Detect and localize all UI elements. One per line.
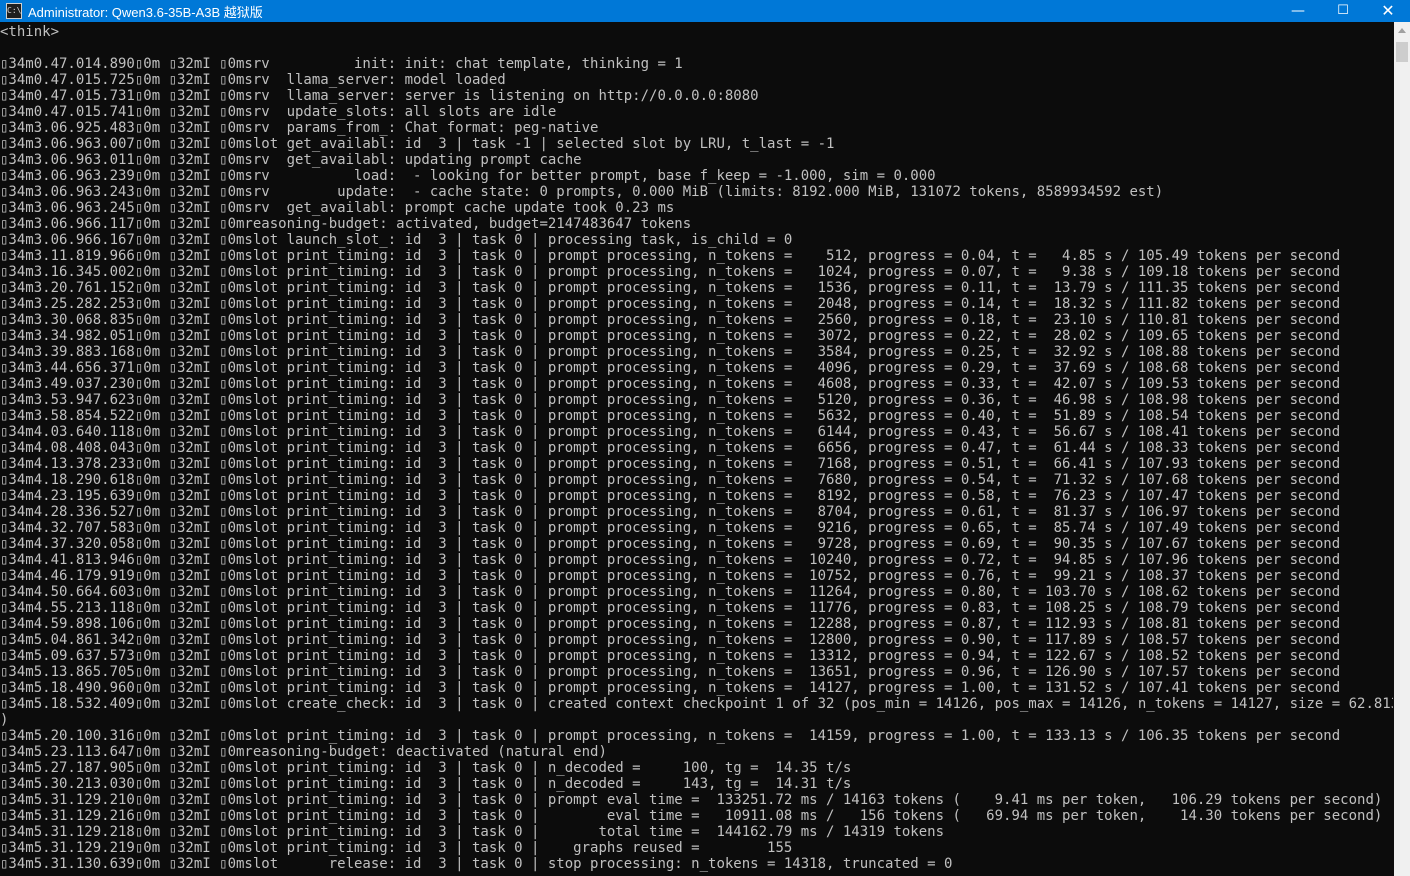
console-line: ▯34m5.31.129.218▯0m ▯32mI ▯0mslot print_… bbox=[0, 824, 945, 840]
console-line: ▯34m3.53.947.623▯0m ▯32mI ▯0mslot print_… bbox=[0, 392, 1341, 408]
console-line: ▯34m5.04.861.342▯0m ▯32mI ▯0mslot print_… bbox=[0, 632, 1341, 648]
console-line: ▯34m5.31.129.216▯0m ▯32mI ▯0mslot print_… bbox=[0, 808, 1383, 824]
scroll-thumb[interactable] bbox=[1396, 42, 1408, 62]
console-output[interactable]: <think> ▯34m0.47.014.890▯0m ▯32mI ▯0msrv … bbox=[0, 24, 1393, 876]
console-line: ▯34m4.37.320.058▯0m ▯32mI ▯0mslot print_… bbox=[0, 536, 1341, 552]
console-line: ▯34m3.11.819.966▯0m ▯32mI ▯0mslot print_… bbox=[0, 248, 1341, 264]
console-line: ▯34m5.31.129.219▯0m ▯32mI ▯0mslot print_… bbox=[0, 840, 793, 856]
console-line: ▯34m0.47.014.890▯0m ▯32mI ▯0msrv init: i… bbox=[0, 56, 683, 72]
console-line: ▯34m4.13.378.233▯0m ▯32mI ▯0mslot print_… bbox=[0, 456, 1341, 472]
console-line: ▯34m3.06.963.245▯0m ▯32mI ▯0msrv get_ava… bbox=[0, 200, 675, 216]
console-line: ▯34m4.50.664.603▯0m ▯32mI ▯0mslot print_… bbox=[0, 584, 1341, 600]
console-line: ▯34m5.27.187.905▯0m ▯32mI ▯0mslot print_… bbox=[0, 760, 852, 776]
console-line: ▯34m5.31.129.210▯0m ▯32mI ▯0mslot print_… bbox=[0, 792, 1383, 808]
console-line: ▯34m0.47.015.725▯0m ▯32mI ▯0msrv llama_s… bbox=[0, 72, 506, 88]
console-line: ▯34m4.55.213.118▯0m ▯32mI ▯0mslot print_… bbox=[0, 600, 1341, 616]
console-line: ▯34m3.06.963.011▯0m ▯32mI ▯0msrv get_ava… bbox=[0, 152, 582, 168]
console-line: ▯34m4.23.195.639▯0m ▯32mI ▯0mslot print_… bbox=[0, 488, 1341, 504]
console-line: ) bbox=[0, 712, 9, 728]
console-line: ▯34m3.58.854.522▯0m ▯32mI ▯0mslot print_… bbox=[0, 408, 1341, 424]
console-line: ▯34m3.06.925.483▯0m ▯32mI ▯0msrv params_… bbox=[0, 120, 599, 136]
close-button[interactable]: ✕ bbox=[1365, 0, 1410, 22]
console-line: ▯34m3.20.761.152▯0m ▯32mI ▯0mslot print_… bbox=[0, 280, 1341, 296]
console-line: ▯34m3.34.982.051▯0m ▯32mI ▯0mslot print_… bbox=[0, 328, 1341, 344]
console-line: ▯34m5.09.637.573▯0m ▯32mI ▯0mslot print_… bbox=[0, 648, 1341, 664]
console-line: ▯34m5.20.100.316▯0m ▯32mI ▯0mslot print_… bbox=[0, 728, 1341, 744]
console-line: ▯34m4.59.898.106▯0m ▯32mI ▯0mslot print_… bbox=[0, 616, 1341, 632]
maximize-button[interactable]: ☐ bbox=[1320, 0, 1366, 22]
console-line: ▯34m5.13.865.705▯0m ▯32mI ▯0mslot print_… bbox=[0, 664, 1341, 680]
console-line: <think> bbox=[0, 24, 60, 40]
console-line: ▯34m4.41.813.946▯0m ▯32mI ▯0mslot print_… bbox=[0, 552, 1341, 568]
console-icon[interactable]: C:\ bbox=[6, 3, 22, 19]
console-line: ▯34m3.44.656.371▯0m ▯32mI ▯0mslot print_… bbox=[0, 360, 1341, 376]
console-line: ▯34m3.49.037.230▯0m ▯32mI ▯0mslot print_… bbox=[0, 376, 1341, 392]
console-line: ▯34m3.30.068.835▯0m ▯32mI ▯0mslot print_… bbox=[0, 312, 1341, 328]
console-line: ▯34m0.47.015.731▯0m ▯32mI ▯0msrv llama_s… bbox=[0, 88, 759, 104]
title-bar[interactable]: C:\ Administrator: Qwen3.6-35B-A3B 越狱版 —… bbox=[0, 0, 1410, 22]
console-line: ▯34m5.18.490.960▯0m ▯32mI ▯0mslot print_… bbox=[0, 680, 1341, 696]
minimize-button[interactable]: — bbox=[1275, 0, 1321, 22]
console-line: ▯34m3.06.966.117▯0m ▯32mI ▯0mreasoning-b… bbox=[0, 216, 692, 232]
console-line: ▯34m5.23.113.647▯0m ▯32mI ▯0mreasoning-b… bbox=[0, 744, 607, 760]
console-line: ▯34m3.25.282.253▯0m ▯32mI ▯0mslot print_… bbox=[0, 296, 1341, 312]
console-line: ▯34m5.30.213.030▯0m ▯32mI ▯0mslot print_… bbox=[0, 776, 852, 792]
console-line: ▯34m4.46.179.919▯0m ▯32mI ▯0mslot print_… bbox=[0, 568, 1341, 584]
window-title: Administrator: Qwen3.6-35B-A3B 越狱版 bbox=[28, 4, 263, 20]
console-line: ▯34m3.39.883.168▯0m ▯32mI ▯0mslot print_… bbox=[0, 344, 1341, 360]
console-line: ▯34m0.47.015.741▯0m ▯32mI ▯0msrv update_… bbox=[0, 104, 557, 120]
console-line: ▯34m4.18.290.618▯0m ▯32mI ▯0mslot print_… bbox=[0, 472, 1341, 488]
console-line: ▯34m4.28.336.527▯0m ▯32mI ▯0mslot print_… bbox=[0, 504, 1341, 520]
scroll-up-arrow-icon[interactable] bbox=[1398, 28, 1406, 33]
console-line: ▯34m4.32.707.583▯0m ▯32mI ▯0mslot print_… bbox=[0, 520, 1341, 536]
console-line: ▯34m4.08.408.043▯0m ▯32mI ▯0mslot print_… bbox=[0, 440, 1341, 456]
console-window: C:\ Administrator: Qwen3.6-35B-A3B 越狱版 —… bbox=[0, 0, 1410, 876]
console-line: ▯34m3.06.963.007▯0m ▯32mI ▯0mslot get_av… bbox=[0, 136, 835, 152]
console-line: ▯34m3.16.345.002▯0m ▯32mI ▯0mslot print_… bbox=[0, 264, 1341, 280]
console-line: ▯34m3.06.966.167▯0m ▯32mI ▯0mslot launch… bbox=[0, 232, 793, 248]
console-line: ▯34m3.06.963.239▯0m ▯32mI ▯0msrv load: -… bbox=[0, 168, 936, 184]
vertical-scrollbar[interactable] bbox=[1394, 22, 1410, 876]
console-line: ▯34m3.06.963.243▯0m ▯32mI ▯0msrv update:… bbox=[0, 184, 1164, 200]
console-line: ▯34m5.31.130.639▯0m ▯32mI ▯0mslot releas… bbox=[0, 856, 953, 872]
console-line: ▯34m4.03.640.118▯0m ▯32mI ▯0mslot print_… bbox=[0, 424, 1341, 440]
console-line: ▯34m5.18.532.409▯0m ▯32mI ▯0mslot create… bbox=[0, 696, 1393, 712]
